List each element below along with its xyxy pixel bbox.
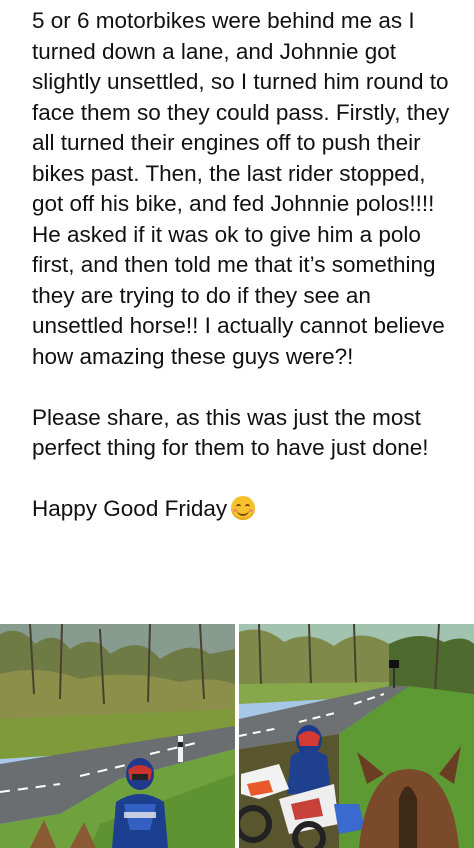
happy-good-friday-text: Happy Good Friday (32, 496, 228, 521)
photo-grid (0, 624, 474, 848)
photo-horse-and-motorbikes[interactable] (239, 624, 474, 848)
photo-motorbike-rider-on-lane[interactable] (0, 624, 235, 848)
smiling-face-emoji-icon (231, 496, 256, 520)
post-paragraph-2: Please share, as this was just the most … (32, 404, 429, 461)
post-paragraph-1: 5 or 6 motorbikes were behind me as I tu… (32, 8, 450, 369)
post-paragraph-3: Happy Good Friday (32, 494, 456, 525)
post-body: 5 or 6 motorbikes were behind me as I tu… (32, 6, 456, 525)
post-card: 5 or 6 motorbikes were behind me as I tu… (0, 0, 474, 848)
